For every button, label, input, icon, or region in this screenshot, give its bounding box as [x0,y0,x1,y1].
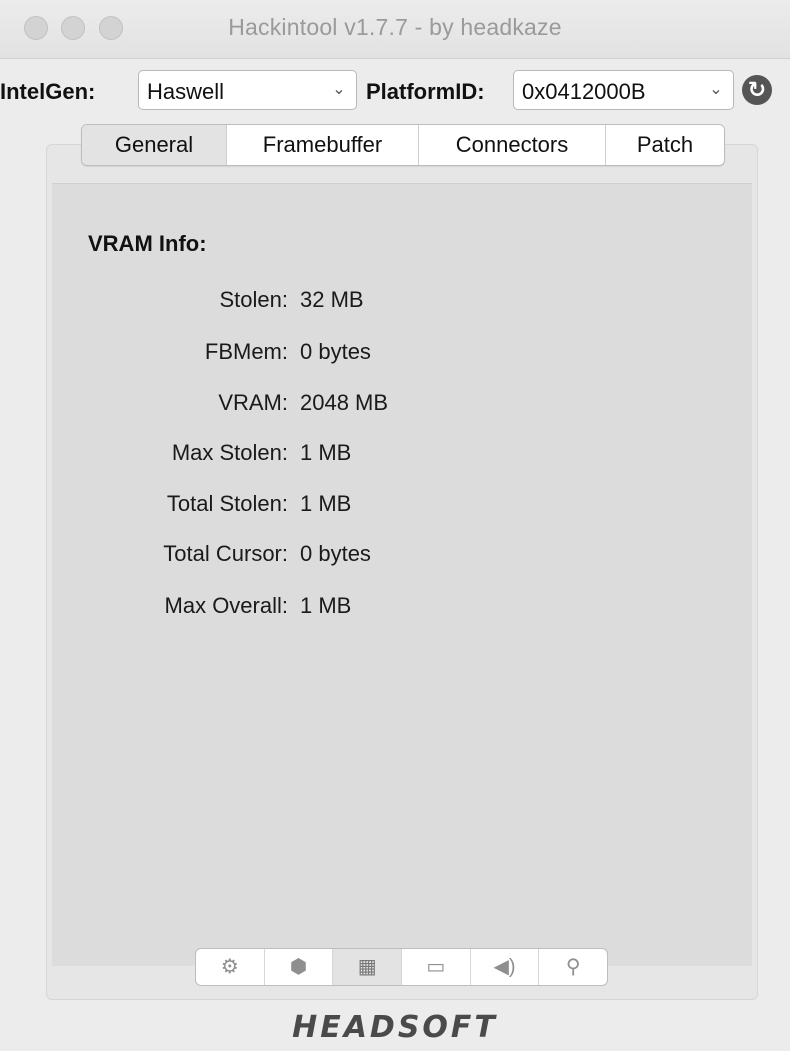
app-window: Hackintool v1.7.7 - by headkaze IntelGen… [0,0,790,1051]
chevron-down-icon: ⌄ [709,81,723,98]
info-value: 0 bytes [300,339,371,364]
tab-patch[interactable]: Patch [606,125,724,165]
info-key: Max Stolen: [171,440,288,465]
info-value: 1 MB [300,440,352,465]
info-key: Total Cursor: [163,541,288,566]
tab-connectors[interactable]: Connectors [419,125,606,165]
refresh-icon[interactable]: ↻ [742,75,772,105]
info-key: Total Stolen: [166,491,288,516]
speaker-icon[interactable]: ◀) [471,949,540,985]
info-row-max-stolen: Max Stolen: 1 MB [0,440,790,470]
platformid-select[interactable]: 0x0412000B ⌄ [513,70,734,110]
vram-info-heading: VRAM Info: [88,231,207,256]
intelgen-select[interactable]: Haswell ⌄ [138,70,357,110]
platformid-value: 0x0412000B [522,79,646,104]
info-value: 2048 MB [300,390,389,415]
window-title: Hackintool v1.7.7 - by headkaze [228,14,562,40]
platform-toolbar: IntelGen: Haswell ⌄ PlatformID: 0x041200… [0,70,790,114]
title-bar: Hackintool v1.7.7 - by headkaze [0,0,790,59]
chevron-down-icon: ⌄ [332,81,346,98]
info-value: 1 MB [300,491,352,516]
info-value: 32 MB [300,287,364,312]
shield-icon[interactable]: ⬢ [265,949,334,985]
platformid-label: PlatformID: [366,79,485,104]
info-value: 1 MB [300,593,352,618]
tab-general[interactable]: General [82,125,227,165]
usb-icon[interactable]: ⚲ [539,949,607,985]
info-row-stolen: Stolen: 32 MB [0,287,790,317]
info-row-max-overall: Max Overall: 1 MB [0,593,790,623]
gear-icon[interactable]: ⚙ [196,949,265,985]
tab-bar: General Framebuffer Connectors Patch [81,124,725,166]
info-value: 0 bytes [300,541,371,566]
info-row-fbmem: FBMem: 0 bytes [0,339,790,369]
info-key: Max Overall: [164,593,288,618]
info-key: VRAM: [218,390,288,415]
info-row-total-cursor: Total Cursor: 0 bytes [0,541,790,571]
info-key: FBMem: [204,339,288,364]
section-switcher: ⚙ ⬢ ▦ ▭ ◀) ⚲ [195,948,608,986]
intelgen-label: IntelGen: [0,79,96,104]
intelgen-value: Haswell [147,79,225,104]
info-row-vram: VRAM: 2048 MB [0,390,790,420]
display-icon[interactable]: ▭ [402,949,471,985]
tab-framebuffer[interactable]: Framebuffer [227,125,419,165]
headsoft-logo: HEADSOFT [292,1010,498,1045]
info-row-total-stolen: Total Stolen: 1 MB [0,491,790,521]
info-key: Stolen: [219,287,289,312]
chip-icon[interactable]: ▦ [333,949,403,985]
